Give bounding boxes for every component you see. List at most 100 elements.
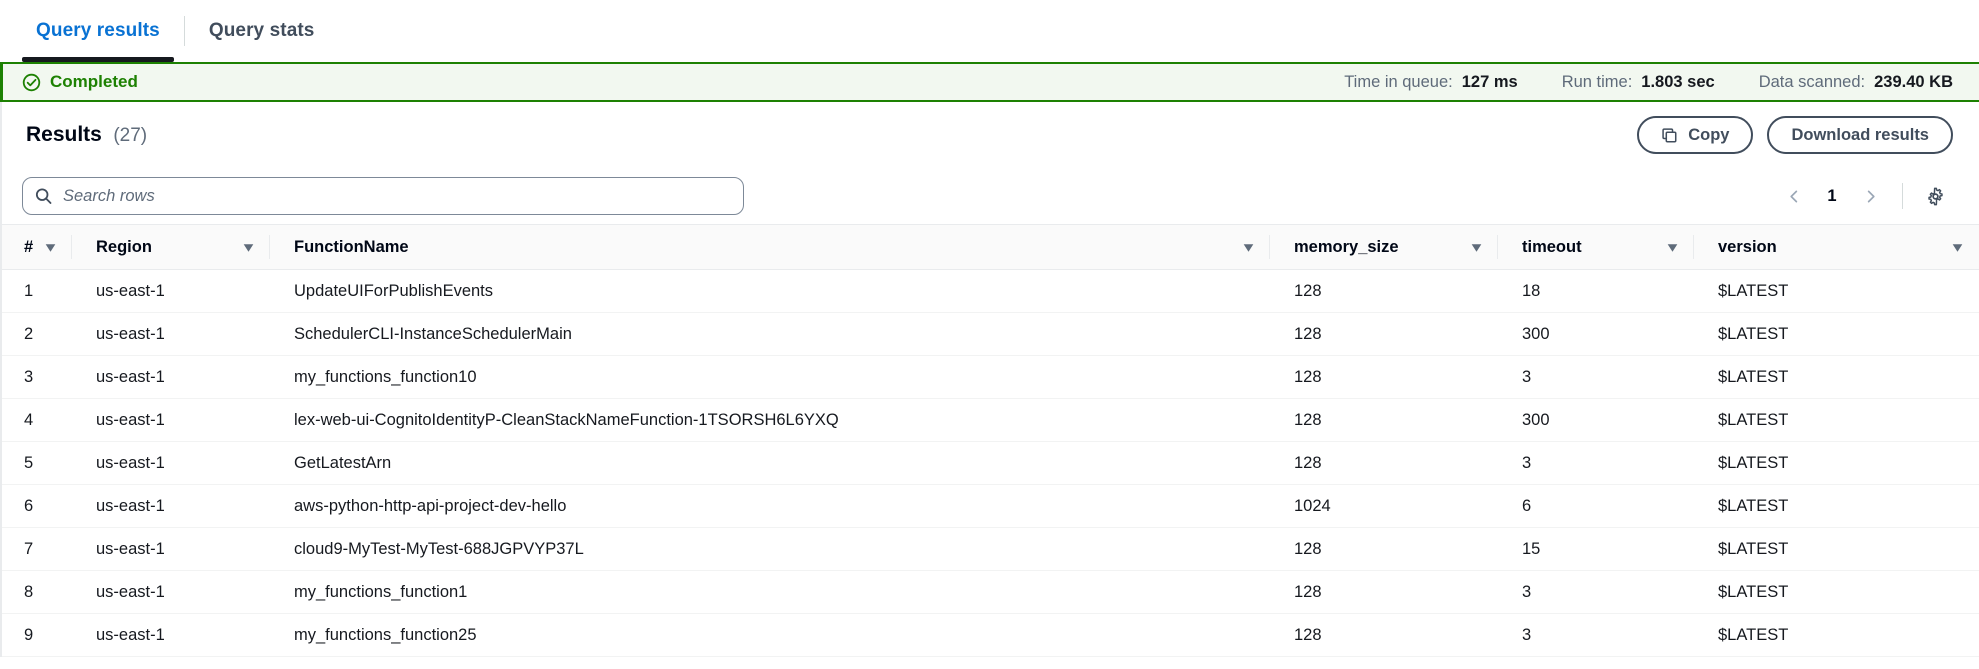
column-header-memory-size[interactable]: memory_size bbox=[1270, 225, 1498, 270]
table-row[interactable]: 8 us-east-1 my_functions_function1 128 3… bbox=[0, 571, 1979, 614]
column-header-functionname[interactable]: FunctionName bbox=[270, 225, 1270, 270]
cell-version: $LATEST bbox=[1694, 485, 1979, 528]
cell-timeout: 3 bbox=[1498, 442, 1694, 485]
table-header: # Region bbox=[0, 225, 1979, 270]
cell-region: us-east-1 bbox=[72, 270, 270, 313]
sort-descending-icon[interactable] bbox=[1469, 240, 1484, 255]
sort-descending-icon[interactable] bbox=[43, 240, 58, 255]
status-badge: Completed bbox=[22, 72, 138, 92]
table-row[interactable]: 6 us-east-1 aws-python-http-api-project-… bbox=[0, 485, 1979, 528]
cell-functionname: my_functions_function1 bbox=[270, 571, 1270, 614]
cell-timeout: 6 bbox=[1498, 485, 1694, 528]
search-rows-container bbox=[22, 177, 744, 215]
column-header-version[interactable]: version bbox=[1694, 225, 1979, 270]
column-header-num-label: # bbox=[24, 238, 33, 257]
column-header-version-label: version bbox=[1718, 238, 1777, 257]
table-header-row: # Region bbox=[0, 225, 1979, 270]
sort-descending-icon[interactable] bbox=[1950, 240, 1965, 255]
column-header-num[interactable]: # bbox=[0, 225, 72, 270]
cell-functionname: my_functions_function10 bbox=[270, 356, 1270, 399]
metric-run-time: Run time: 1.803 sec bbox=[1562, 73, 1715, 92]
table-row[interactable]: 9 us-east-1 my_functions_function25 128 … bbox=[0, 614, 1979, 657]
metric-time-in-queue-value: 127 ms bbox=[1462, 73, 1518, 92]
metric-data-scanned-label: Data scanned: bbox=[1759, 73, 1865, 92]
cell-memory-size: 128 bbox=[1270, 614, 1498, 657]
cell-version: $LATEST bbox=[1694, 614, 1979, 657]
cell-num: 5 bbox=[0, 442, 72, 485]
cell-num: 4 bbox=[0, 399, 72, 442]
sort-descending-icon[interactable] bbox=[1241, 240, 1256, 255]
cell-timeout: 3 bbox=[1498, 356, 1694, 399]
tab-query-stats-label: Query stats bbox=[209, 20, 315, 42]
previous-page-button[interactable] bbox=[1776, 178, 1812, 214]
cell-version: $LATEST bbox=[1694, 313, 1979, 356]
metric-run-time-label: Run time: bbox=[1562, 73, 1633, 92]
cell-memory-size: 128 bbox=[1270, 399, 1498, 442]
cell-version: $LATEST bbox=[1694, 442, 1979, 485]
pagination-divider bbox=[1902, 183, 1903, 209]
column-header-timeout-label: timeout bbox=[1522, 238, 1582, 257]
cell-timeout: 18 bbox=[1498, 270, 1694, 313]
column-header-region[interactable]: Region bbox=[72, 225, 270, 270]
cell-functionname: cloud9-MyTest-MyTest-688JGPVYP37L bbox=[270, 528, 1270, 571]
cell-region: us-east-1 bbox=[72, 528, 270, 571]
cell-region: us-east-1 bbox=[72, 571, 270, 614]
results-title: Results bbox=[26, 123, 102, 146]
cell-memory-size: 128 bbox=[1270, 528, 1498, 571]
cell-timeout: 300 bbox=[1498, 399, 1694, 442]
table-row[interactable]: 1 us-east-1 UpdateUIForPublishEvents 128… bbox=[0, 270, 1979, 313]
metric-data-scanned-value: 239.40 KB bbox=[1874, 73, 1953, 92]
cell-functionname: lex-web-ui-CognitoIdentityP-CleanStackNa… bbox=[270, 399, 1270, 442]
cell-num: 6 bbox=[0, 485, 72, 528]
table-row[interactable]: 2 us-east-1 SchedulerCLI-InstanceSchedul… bbox=[0, 313, 1979, 356]
results-table-container: # Region bbox=[0, 224, 1979, 657]
check-circle-icon bbox=[22, 73, 41, 92]
column-header-functionname-label: FunctionName bbox=[294, 238, 409, 257]
column-header-region-label: Region bbox=[96, 238, 152, 257]
cell-region: us-east-1 bbox=[72, 356, 270, 399]
cell-version: $LATEST bbox=[1694, 399, 1979, 442]
table-preferences-button[interactable] bbox=[1917, 178, 1953, 214]
cell-timeout: 3 bbox=[1498, 614, 1694, 657]
column-header-timeout[interactable]: timeout bbox=[1498, 225, 1694, 270]
cell-version: $LATEST bbox=[1694, 356, 1979, 399]
tab-query-stats[interactable]: Query stats bbox=[187, 0, 337, 62]
table-body: 1 us-east-1 UpdateUIForPublishEvents 128… bbox=[0, 270, 1979, 657]
sort-descending-icon[interactable] bbox=[1665, 240, 1680, 255]
table-row[interactable]: 4 us-east-1 lex-web-ui-CognitoIdentityP-… bbox=[0, 399, 1979, 442]
table-row[interactable]: 7 us-east-1 cloud9-MyTest-MyTest-688JGPV… bbox=[0, 528, 1979, 571]
cell-memory-size: 128 bbox=[1270, 442, 1498, 485]
cell-region: us-east-1 bbox=[72, 614, 270, 657]
page-title: Results (27) bbox=[26, 123, 147, 147]
results-header: Results (27) Copy Download results bbox=[0, 102, 1979, 168]
cell-version: $LATEST bbox=[1694, 270, 1979, 313]
cell-functionname: GetLatestArn bbox=[270, 442, 1270, 485]
copy-icon bbox=[1661, 127, 1678, 144]
cell-region: us-east-1 bbox=[72, 399, 270, 442]
cell-memory-size: 128 bbox=[1270, 270, 1498, 313]
page-number-1[interactable]: 1 bbox=[1816, 187, 1848, 206]
cell-memory-size: 128 bbox=[1270, 313, 1498, 356]
cell-region: us-east-1 bbox=[72, 442, 270, 485]
results-actions: Copy Download results bbox=[1637, 116, 1953, 154]
cell-functionname: aws-python-http-api-project-dev-hello bbox=[270, 485, 1270, 528]
column-header-memory-size-label: memory_size bbox=[1294, 238, 1399, 257]
next-page-button[interactable] bbox=[1852, 178, 1888, 214]
tab-query-results[interactable]: Query results bbox=[14, 0, 182, 62]
cell-timeout: 3 bbox=[1498, 571, 1694, 614]
tab-query-results-label: Query results bbox=[36, 20, 160, 42]
tab-bar: Query results Query stats bbox=[0, 0, 1979, 62]
search-input[interactable] bbox=[22, 177, 744, 215]
copy-button[interactable]: Copy bbox=[1637, 116, 1753, 154]
sort-descending-icon[interactable] bbox=[241, 240, 256, 255]
cell-memory-size: 128 bbox=[1270, 356, 1498, 399]
table-row[interactable]: 3 us-east-1 my_functions_function10 128 … bbox=[0, 356, 1979, 399]
cell-region: us-east-1 bbox=[72, 485, 270, 528]
copy-button-label: Copy bbox=[1688, 126, 1729, 145]
cell-num: 7 bbox=[0, 528, 72, 571]
table-row[interactable]: 5 us-east-1 GetLatestArn 128 3 $LATEST bbox=[0, 442, 1979, 485]
table-toolbar: 1 bbox=[0, 168, 1979, 224]
download-results-button[interactable]: Download results bbox=[1767, 116, 1953, 154]
tab-divider bbox=[184, 16, 185, 46]
cell-num: 8 bbox=[0, 571, 72, 614]
